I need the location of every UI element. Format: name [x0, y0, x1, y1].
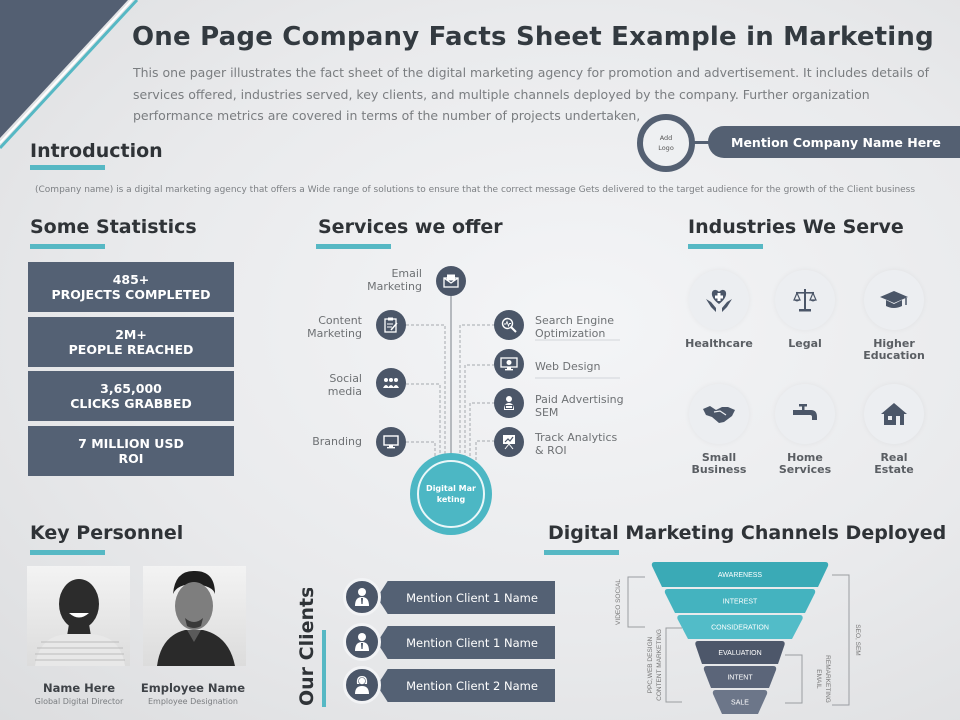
- statistics-underline: [30, 244, 105, 249]
- businesswoman-icon: [343, 666, 381, 704]
- house-icon: [864, 384, 924, 444]
- services-underline: [316, 244, 391, 249]
- funnel-stage-label: EVALUATION: [718, 650, 761, 657]
- search-analytics-icon: [494, 310, 524, 340]
- industry-item: Home Services: [770, 384, 840, 476]
- handshake-icon: [689, 384, 749, 444]
- personnel-heading: Key Personnel: [30, 522, 184, 544]
- industry-item: Real Estate: [859, 384, 929, 476]
- person-name: Name Here: [42, 681, 116, 695]
- right-bracket: [785, 654, 803, 704]
- corner-decoration: [0, 0, 139, 150]
- service-label: Social media: [327, 372, 362, 398]
- page-title: One Page Company Facts Sheet Example in …: [132, 22, 934, 52]
- stat-label: PROJECTS COMPLETED: [51, 287, 211, 302]
- company-name: Mention Company Name Here: [731, 134, 941, 150]
- add-logo-placeholder[interactable]: Add Logo: [637, 114, 695, 172]
- clients-accent-bar: [322, 630, 326, 707]
- businessman-icon: [343, 623, 381, 661]
- right-bracket: [832, 574, 850, 706]
- stat-value: 3,65,000: [100, 381, 162, 396]
- person-role: Global Digital Director: [34, 697, 124, 706]
- left-bracket: [627, 576, 645, 628]
- personnel-underline: [30, 550, 105, 555]
- industries-underline: [688, 244, 763, 249]
- clipboard-edit-icon: [376, 310, 406, 340]
- person-photo: [143, 566, 246, 666]
- stat-card: 7 MILLION USD ROI: [28, 426, 234, 476]
- heart-hands-icon: [689, 270, 749, 330]
- funnel-stage-label: CONSIDERATION: [711, 625, 769, 632]
- industries-heading: Industries We Serve: [688, 216, 904, 238]
- stat-value: 7 MILLION USD: [78, 436, 184, 451]
- right-bracket-label: EMAIL: [815, 669, 822, 689]
- service-label: Search Engine Optimization: [535, 314, 614, 340]
- funnel-stage-label: INTEREST: [723, 599, 758, 606]
- stat-value: 2M+: [115, 327, 147, 342]
- industry-item: Healthcare: [684, 270, 754, 350]
- stat-card: 2M+ PEOPLE REACHED: [28, 317, 234, 367]
- graduation-cap-icon: [864, 270, 924, 330]
- industry-item: Legal: [770, 270, 840, 350]
- statistics-heading: Some Statistics: [30, 216, 197, 238]
- scales-icon: [775, 270, 835, 330]
- faucet-icon: [775, 384, 835, 444]
- funnel-stage-label: INTENT: [727, 675, 753, 682]
- right-bracket-label: SEO, SEM: [854, 624, 861, 655]
- stat-card: 485+ PROJECTS COMPLETED: [28, 262, 234, 312]
- client-item: Mention Client 2 Name: [343, 666, 555, 704]
- left-bracket-label: PPC,WEB DESIGN: [647, 636, 654, 693]
- client-name: Mention Client 2 Name: [377, 669, 555, 702]
- client-item: Mention Client 1 Name: [343, 578, 555, 616]
- service-label: Email Marketing: [367, 267, 422, 293]
- logo-placeholder-text: Add Logo: [658, 134, 674, 152]
- clients-heading-container: Our Clients: [296, 588, 317, 706]
- channels-heading: Digital Marketing Channels Deployed: [548, 522, 947, 544]
- web-design-icon: [494, 349, 524, 379]
- service-label: Track Analytics & ROI: [535, 431, 618, 457]
- right-bracket-label: REMARKETING: [824, 655, 831, 703]
- presentation-chart-icon: [494, 427, 524, 457]
- person-photo: [27, 566, 130, 666]
- clients-heading: Our Clients: [296, 588, 317, 706]
- service-label: Web Design: [535, 360, 601, 373]
- client-name: Mention Client 1 Name: [377, 626, 555, 659]
- businessman-icon: [343, 578, 381, 616]
- monitor-icon: [376, 427, 406, 457]
- left-bracket-label: VIDEO SOCIAL: [615, 579, 622, 625]
- stat-label: ROI: [118, 451, 144, 466]
- stat-card: 3,65,000 CLICKS GRABBED: [28, 371, 234, 421]
- left-bracket-label: CONTENT MARKETING: [656, 629, 663, 701]
- advertiser-icon: [494, 388, 524, 418]
- digital-marketing-label: Digital Marketing: [417, 460, 485, 528]
- service-label: Branding: [312, 435, 362, 448]
- client-item: Mention Client 1 Name: [343, 623, 555, 661]
- company-name-banner: Mention Company Name Here: [708, 126, 960, 158]
- introduction-text: (Company name) is a digital marketing ag…: [35, 185, 916, 195]
- introduction-heading: Introduction: [30, 140, 163, 162]
- stat-label: CLICKS GRABBED: [70, 396, 192, 411]
- service-label: Content Marketing: [307, 314, 362, 340]
- marketing-funnel: AWARENESS INTEREST CONSIDERATION EVALUATION…: [615, 562, 861, 714]
- service-label: Paid Advertising SEM: [535, 393, 624, 419]
- page-subtitle: This one pager illustrates the fact shee…: [133, 65, 930, 123]
- person-name: Employee Name: [140, 681, 246, 695]
- industry-item: Small Business: [684, 384, 754, 476]
- funnel-stage-label: AWARENESS: [718, 572, 763, 579]
- introduction-underline: [30, 165, 105, 170]
- funnel-stage-label: SALE: [731, 700, 749, 707]
- stat-label: PEOPLE REACHED: [68, 342, 194, 357]
- stat-value: 485+: [112, 272, 150, 287]
- services-heading: Services we offer: [318, 216, 503, 238]
- client-name: Mention Client 1 Name: [377, 581, 555, 614]
- left-bracket: [665, 627, 682, 703]
- industry-item: Higher Education: [859, 270, 929, 362]
- email-icon: [436, 266, 466, 296]
- digital-marketing-hub: Digital Marketing: [410, 453, 492, 535]
- people-group-icon: [376, 368, 406, 398]
- person-role: Employee Designation: [147, 697, 238, 706]
